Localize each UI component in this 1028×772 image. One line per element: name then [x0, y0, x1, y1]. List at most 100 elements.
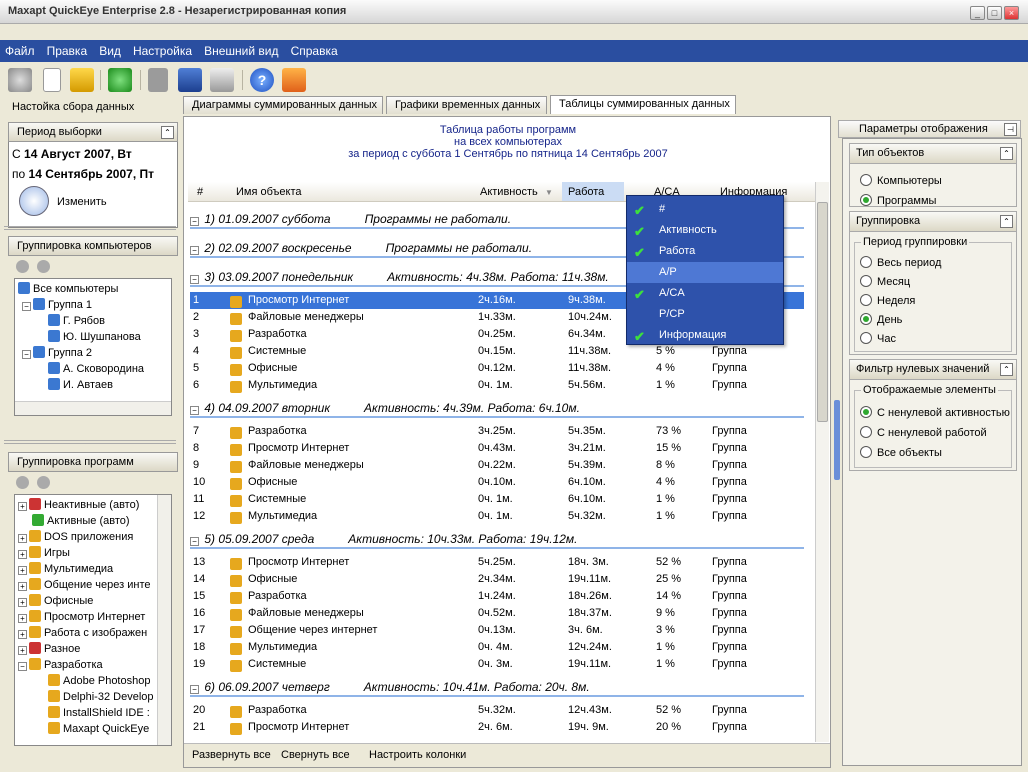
tree-item-delphi[interactable]: Delphi-32 Develop	[18, 689, 168, 705]
table-row[interactable]: 21 Просмотр Интернет 2ч. 6м. 19ч. 9м. 20 % Гр…	[190, 719, 804, 736]
radio-programs[interactable]: Программы	[860, 194, 936, 207]
add-icon[interactable]	[16, 476, 29, 489]
group-header[interactable]: − 5) 05.09.2007 среда Активность: 10ч.33м…	[190, 529, 804, 549]
maximize-icon[interactable]: □	[987, 6, 1002, 20]
radio-hour[interactable]: Час	[860, 332, 896, 345]
table-row[interactable]: 7 Разработка 3ч.25м. 5ч.35м. 73 % Группа	[190, 423, 804, 440]
radio-nonzero-activity[interactable]: С ненулевой активностью	[860, 406, 1010, 419]
remove-icon[interactable]	[37, 260, 50, 273]
col-name[interactable]: Имя объекта	[236, 186, 302, 198]
collapse-toggle-icon[interactable]: −	[190, 537, 199, 546]
add-icon[interactable]	[16, 260, 29, 273]
radio-day[interactable]: День	[860, 313, 902, 326]
vertical-scrollbar[interactable]	[157, 495, 171, 745]
collapse-toggle-icon[interactable]: −	[190, 246, 199, 255]
col-work[interactable]: Работа	[562, 182, 624, 201]
tree-item-group1[interactable]: − Группа 1	[18, 297, 168, 313]
menu-settings[interactable]: Настройка	[128, 40, 196, 58]
tree-item-games[interactable]: + Игры	[18, 545, 168, 561]
table-row[interactable]: 18 Мультимедиа 0ч. 4м. 12ч.24м. 1 % Группа	[190, 639, 804, 656]
tools-icon[interactable]	[8, 68, 32, 92]
table-row[interactable]: 17 Общение через интернет 0ч.13м. 3ч. 6м. 3 …	[190, 622, 804, 639]
collapse-icon[interactable]: ⌃	[1000, 215, 1013, 228]
radio-nonzero-work[interactable]: С ненулевой работой	[860, 426, 987, 439]
home-icon[interactable]	[282, 68, 306, 92]
column-menu-item[interactable]: A/P	[627, 262, 783, 283]
tree-item-avtaev[interactable]: И. Автаев	[18, 377, 168, 393]
minimize-icon[interactable]: _	[970, 6, 985, 20]
table-row[interactable]: 19 Системные 0ч. 3м. 19ч.11м. 1 % Группа	[190, 656, 804, 673]
collapse-toggle-icon[interactable]: −	[190, 217, 199, 226]
table-row[interactable]: 15 Разработка 1ч.24м. 18ч.26м. 14 % Группа	[190, 588, 804, 605]
help-icon[interactable]: ?	[250, 68, 274, 92]
save-icon[interactable]	[178, 68, 202, 92]
menu-view[interactable]: Вид	[94, 40, 125, 58]
tree-item-active[interactable]: Активные (авто)	[18, 513, 168, 529]
close-icon[interactable]: ×	[1004, 6, 1019, 20]
column-menu-item[interactable]: ✔ A/CA	[627, 283, 783, 304]
change-period-link[interactable]: Изменить	[57, 196, 107, 208]
tree-item-quickeye[interactable]: Maxapt QuickEye	[18, 721, 168, 737]
tree-item-ryabov[interactable]: Г. Рябов	[18, 313, 168, 329]
print-icon[interactable]	[210, 68, 234, 92]
table-row[interactable]: 10 Офисные 0ч.10м. 6ч.10м. 4 % Группа	[190, 474, 804, 491]
report-scrollbar[interactable]	[815, 182, 829, 742]
tree-item-group2[interactable]: − Группа 2	[18, 345, 168, 361]
table-row[interactable]: 5 Офисные 0ч.12м. 11ч.38м. 4 % Группа	[190, 360, 804, 377]
menu-appearance[interactable]: Внешний вид	[199, 40, 282, 58]
column-menu-item[interactable]: ✔ Работа	[627, 241, 783, 262]
radio-all-objects[interactable]: Все объекты	[860, 446, 942, 459]
tab-summary-charts[interactable]: Диаграммы суммированных данных	[183, 96, 383, 114]
tree-item-multimedia[interactable]: + Мультимедиа	[18, 561, 168, 577]
column-menu-item[interactable]: ✔ Активность	[627, 220, 783, 241]
tab-time-graphs[interactable]: Графики временных данных	[386, 96, 547, 114]
col-activity[interactable]: Активность	[480, 186, 538, 198]
clock-icon[interactable]	[19, 186, 49, 216]
tree-item-skovorodina[interactable]: А. Сковородина	[18, 361, 168, 377]
tree-item-photoshop[interactable]: Adobe Photoshop	[18, 673, 168, 689]
configure-columns-button[interactable]: Настроить колонки	[369, 749, 466, 761]
collapse-toggle-icon[interactable]: −	[190, 685, 199, 694]
radio-month[interactable]: Месяц	[860, 275, 910, 288]
refresh-icon[interactable]	[108, 68, 132, 92]
tree-item-development[interactable]: − Разработка	[18, 657, 168, 673]
col-num[interactable]: #	[197, 186, 203, 198]
tree-item-office[interactable]: + Офисные	[18, 593, 168, 609]
collapse-icon[interactable]: ⌃	[1000, 363, 1013, 376]
collapse-icon[interactable]: ⌃	[161, 126, 174, 139]
expand-all-button[interactable]: Развернуть все	[192, 749, 271, 761]
table-row[interactable]: 6 Мультимедиа 0ч. 1м. 5ч.56м. 1 % Группа	[190, 377, 804, 394]
horizontal-scrollbar[interactable]	[15, 401, 171, 415]
lock-icon[interactable]	[70, 68, 94, 92]
tree-item-internet[interactable]: + Просмотр Интернет	[18, 609, 168, 625]
splitter-handle[interactable]	[834, 400, 840, 480]
tree-item-all-computers[interactable]: Все компьютеры	[18, 281, 168, 297]
collapse-toggle-icon[interactable]: −	[190, 406, 199, 415]
pin-icon[interactable]: ⊣	[1004, 123, 1017, 136]
menu-file[interactable]: Файл	[0, 40, 39, 58]
table-row[interactable]: 14 Офисные 2ч.34м. 19ч.11м. 25 % Группа	[190, 571, 804, 588]
tree-item-dos[interactable]: + DOS приложения	[18, 529, 168, 545]
tree-item-misc[interactable]: + Разное	[18, 641, 168, 657]
tree-item-shushpanova[interactable]: Ю. Шушпанова	[18, 329, 168, 345]
collapse-icon[interactable]: ⌃	[1000, 147, 1013, 160]
tab-summary-tables[interactable]: Таблицы суммированных данных	[550, 95, 736, 114]
table-row[interactable]: 13 Просмотр Интернет 5ч.25м. 18ч. 3м. 52 % Гр…	[190, 554, 804, 571]
new-document-icon[interactable]	[43, 68, 61, 92]
radio-week[interactable]: Неделя	[860, 294, 915, 307]
table-row[interactable]: 9 Файловые менеджеры 0ч.22м. 5ч.39м. 8 % Груп…	[190, 457, 804, 474]
tree-item-communication[interactable]: + Общение через инте	[18, 577, 168, 593]
table-row[interactable]: 12 Мультимедиа 0ч. 1м. 5ч.32м. 1 % Группа	[190, 508, 804, 525]
group-header[interactable]: − 4) 04.09.2007 вторник Активность: 4ч.39…	[190, 398, 804, 418]
column-menu-item[interactable]: ✔ Информация	[627, 325, 783, 346]
tree-item-images[interactable]: + Работа с изображен	[18, 625, 168, 641]
column-menu-item[interactable]: P/CP	[627, 304, 783, 325]
collapse-toggle-icon[interactable]: −	[190, 275, 199, 284]
tree-item-installshield[interactable]: InstallShield IDE :	[18, 705, 168, 721]
radio-whole-period[interactable]: Весь период	[860, 256, 941, 269]
table-row[interactable]: 11 Системные 0ч. 1м. 6ч.10м. 1 % Группа	[190, 491, 804, 508]
tree-item-inactive[interactable]: + Неактивные (авто)	[18, 497, 168, 513]
menu-help[interactable]: Справка	[286, 40, 342, 58]
table-row[interactable]: 16 Файловые менеджеры 0ч.52м. 18ч.37м. 9 % Гр…	[190, 605, 804, 622]
collapse-all-button[interactable]: Свернуть все	[281, 749, 350, 761]
